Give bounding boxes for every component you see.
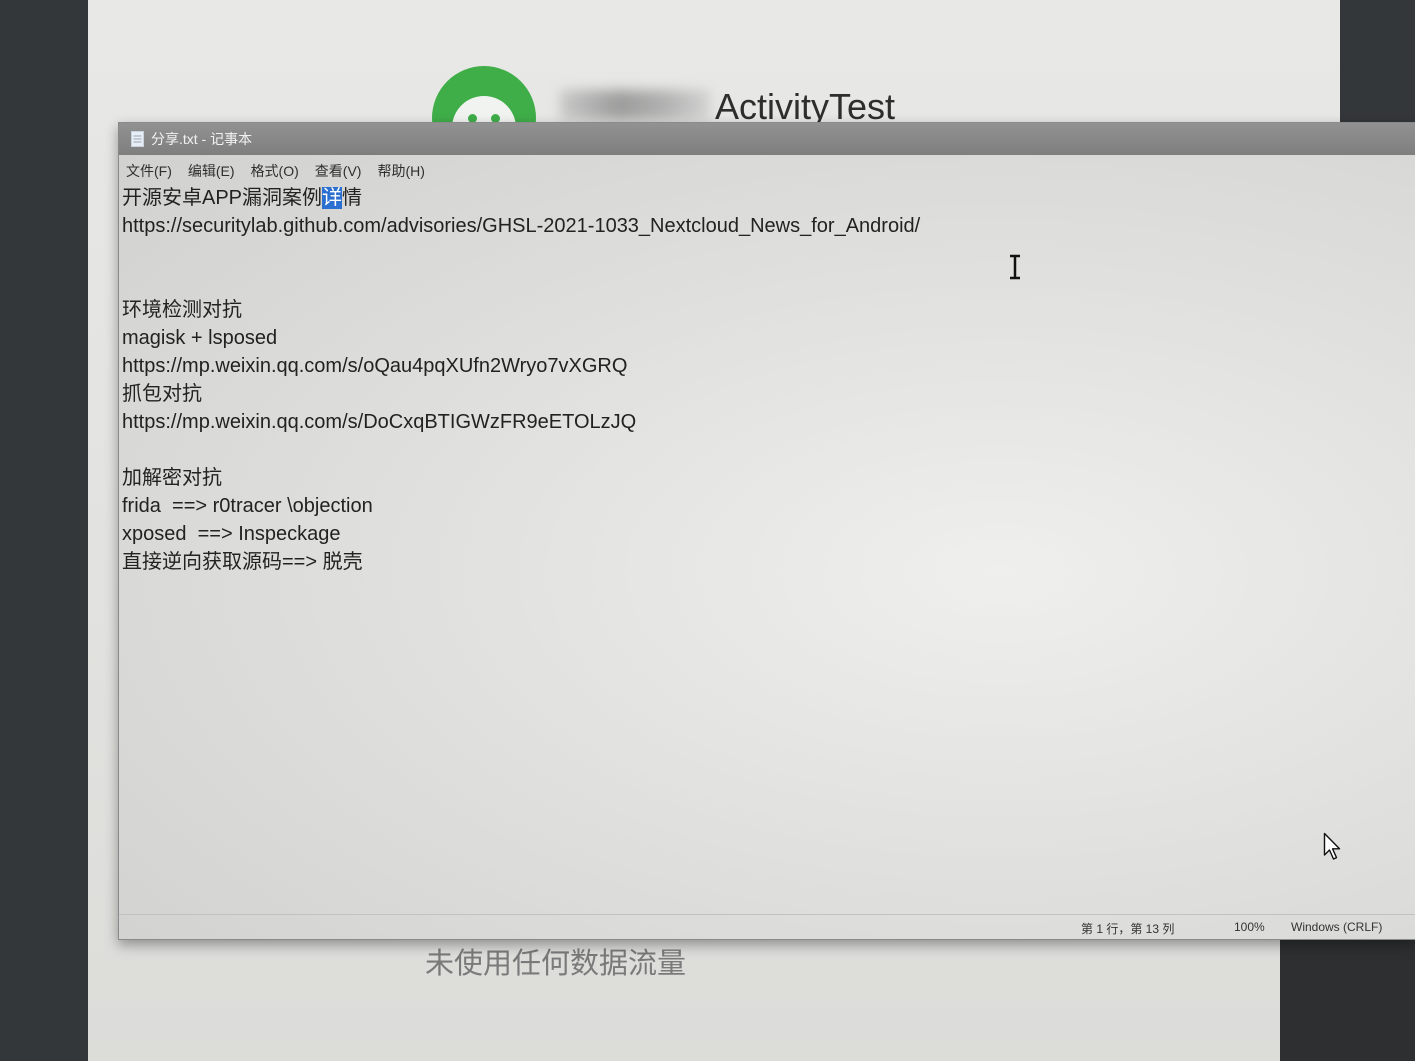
- menu-bar: 文件(F) 编辑(E) 格式(O) 查看(V) 帮助(H): [119, 159, 1415, 183]
- mouse-pointer-icon: [1323, 832, 1341, 860]
- menu-view[interactable]: 查看(V): [315, 161, 362, 181]
- menu-file[interactable]: 文件(F): [126, 161, 172, 181]
- text-editor-area[interactable]: 开源安卓APP漏洞案例详情 https://securitylab.github…: [122, 184, 1415, 915]
- desktop-background: [1280, 936, 1415, 1061]
- text-line: https://securitylab.github.com/advisorie…: [122, 215, 921, 237]
- text-line: [122, 268, 1415, 296]
- redacted-text: [560, 90, 710, 120]
- text-line: frida ==> r0tracer \objection: [122, 495, 373, 517]
- menu-format[interactable]: 格式(O): [251, 161, 299, 181]
- data-usage-text: 未使用任何数据流量: [425, 948, 687, 980]
- text-cursor-icon: [1010, 254, 1020, 280]
- menu-help[interactable]: 帮助(H): [377, 161, 424, 181]
- text-line: xposed ==> Inspeckage: [122, 523, 341, 545]
- status-bar: 第 1 行，第 13 列 100% Windows (CRLF): [119, 914, 1415, 939]
- text-line: [122, 436, 1415, 464]
- window-title: 分享.txt - 记事本: [151, 131, 253, 147]
- menu-edit[interactable]: 编辑(E): [188, 161, 235, 181]
- status-line-ending: Windows (CRLF): [1291, 920, 1383, 934]
- text-line: 抓包对抗: [122, 383, 202, 405]
- text-line-before-selection: 开源安卓APP漏洞案例: [122, 187, 323, 209]
- notepad-title-bar[interactable]: 分享.txt - 记事本: [119, 123, 1415, 155]
- text-line: https://mp.weixin.qq.com/s/oQau4pqXUfn2W…: [122, 355, 628, 377]
- status-cursor-position: 第 1 行，第 13 列: [1081, 922, 1175, 936]
- status-zoom: 100%: [1234, 920, 1265, 934]
- text-line: 开源安卓APP漏洞案例详情: [122, 184, 1415, 212]
- text-line: magisk + lsposed: [122, 327, 278, 349]
- notepad-window: 分享.txt - 记事本 文件(F) 编辑(E) 格式(O) 查看(V) 帮助(…: [118, 122, 1415, 940]
- text-line: [122, 240, 1415, 268]
- selected-text: 详: [322, 187, 343, 209]
- text-line-after-selection: 情: [342, 187, 363, 209]
- text-line: https://mp.weixin.qq.com/s/DoCxqBTIGWzFR…: [122, 411, 637, 433]
- notepad-icon: [131, 131, 144, 147]
- text-line: 加解密对抗: [122, 467, 222, 489]
- text-line: 直接逆向获取源码==> 脱壳: [122, 551, 363, 573]
- text-line: 环境检测对抗: [122, 299, 242, 321]
